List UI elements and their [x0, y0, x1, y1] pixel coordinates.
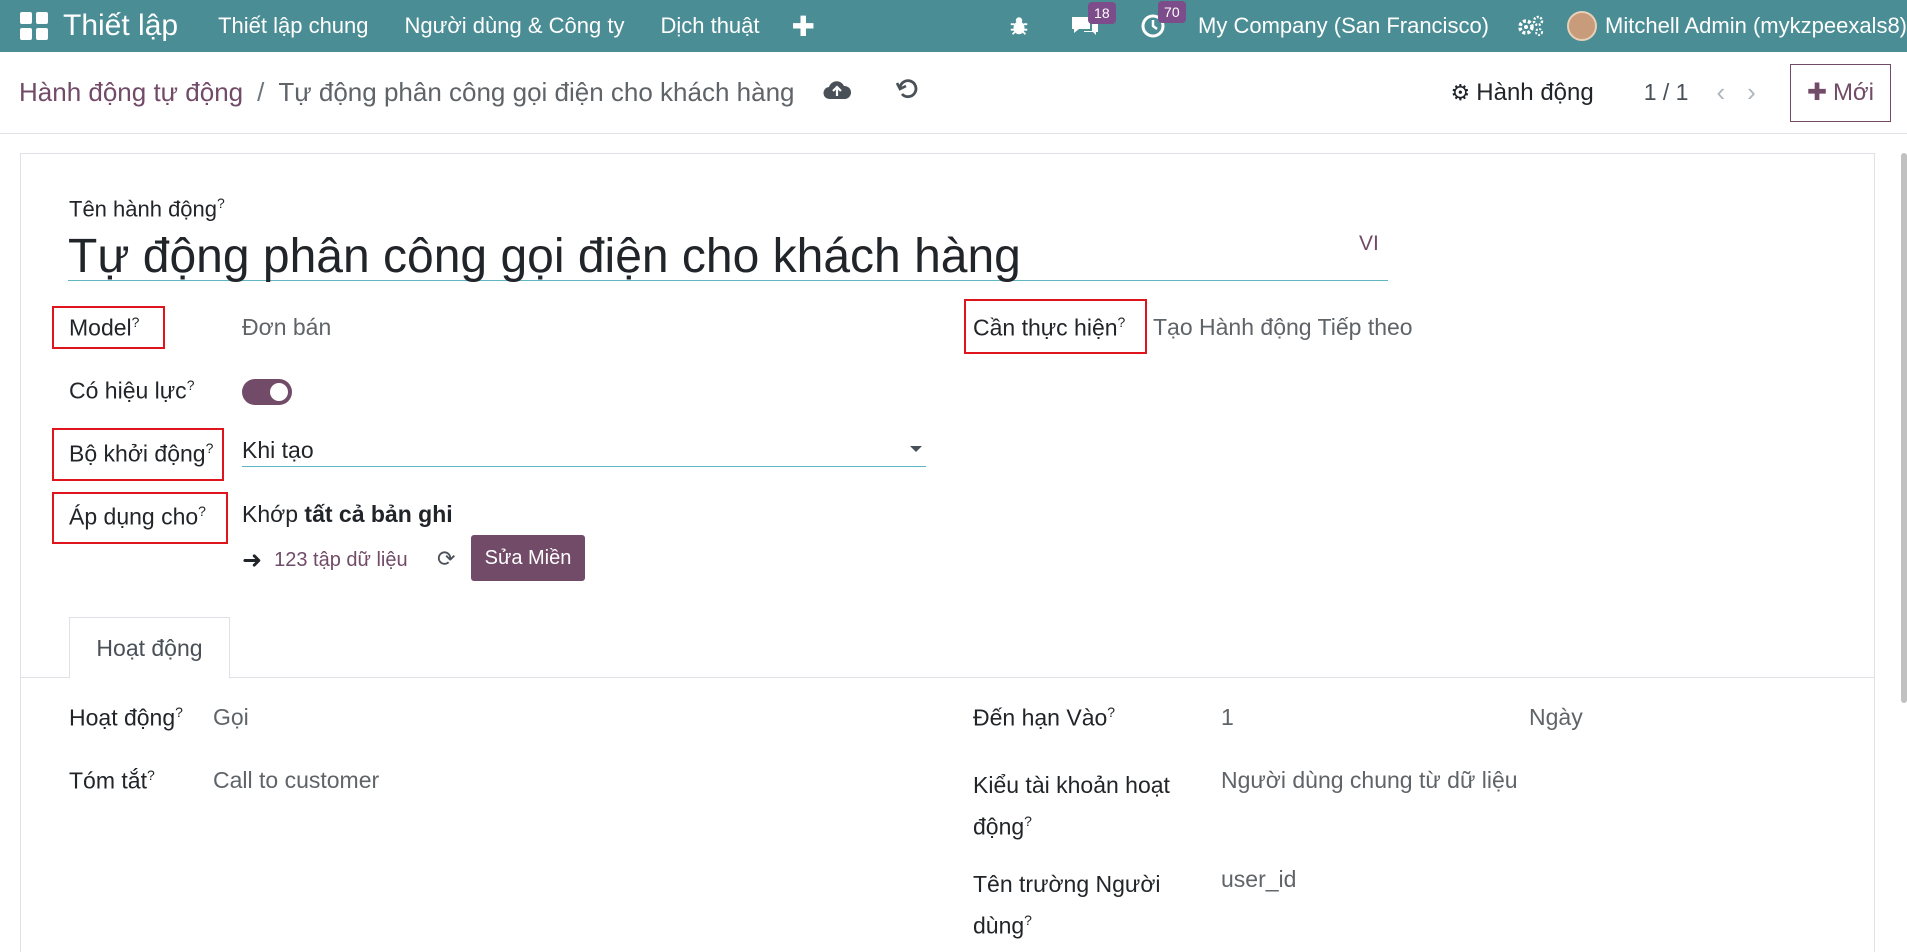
help-mark: ?	[146, 767, 155, 783]
help-mark: ?	[186, 377, 195, 393]
gears-icon[interactable]	[1517, 14, 1545, 38]
scrollbar[interactable]	[1901, 153, 1907, 703]
plus-icon: ✚	[1806, 79, 1827, 106]
menu-item-translations[interactable]: Dịch thuật	[660, 13, 759, 39]
activities-badge: 70	[1158, 1, 1186, 23]
due-label: Đến hạn Vào?	[973, 704, 1116, 731]
chevron-right-icon[interactable]: ›	[1747, 77, 1756, 108]
help-mark: ?	[1107, 704, 1116, 720]
breadcrumb-parent[interactable]: Hành động tự động	[19, 77, 243, 108]
menu-item-general-settings[interactable]: Thiết lập chung	[218, 13, 368, 39]
help-mark: ?	[175, 704, 183, 720]
top-navbar: Thiết lập Thiết lập chung Người dùng & C…	[0, 0, 1907, 52]
gear-icon: ⚙	[1450, 79, 1471, 105]
action-name-input[interactable]: Tự động phân công gọi điện cho khách hàn…	[68, 229, 1388, 283]
help-mark: ?	[217, 195, 225, 211]
action-menu-label: Hành động	[1476, 78, 1594, 106]
help-mark: ?	[198, 503, 206, 519]
clock-icon[interactable]: 70	[1140, 1, 1186, 39]
active-label: Có hiệu lực?	[69, 377, 195, 404]
user-field-label: Tên trường Người dùng?	[973, 871, 1161, 939]
user-avatar[interactable]	[1567, 11, 1598, 41]
app-title[interactable]: Thiết lập	[63, 9, 178, 43]
arrow-right-icon: ➜	[242, 547, 263, 574]
control-panel: Hành động tự động / Tự động phân công gọ…	[0, 52, 1907, 134]
pager-value[interactable]: 1 / 1	[1644, 79, 1689, 106]
activity-type-label: Hoạt động?	[69, 704, 183, 731]
help-mark: ?	[1024, 912, 1032, 928]
help-mark: ?	[131, 314, 140, 330]
trigger-label: Bộ khởi động?	[69, 440, 214, 467]
todo-value: Tạo Hành động Tiếp theo	[1153, 314, 1413, 340]
cloud-upload-icon[interactable]	[822, 77, 851, 108]
menu-item-users-companies[interactable]: Người dùng & Công ty	[405, 13, 625, 39]
help-mark: ?	[205, 440, 214, 456]
help-mark: ?	[1117, 314, 1126, 330]
breadcrumb-current: Tự động phân công gọi điện cho khách hàn…	[278, 77, 795, 107]
user-menu[interactable]: Mitchell Admin (mykzpeexals8)	[1605, 13, 1907, 39]
todo-label: Cần thực hiện?	[973, 314, 1126, 341]
undo-icon[interactable]	[895, 77, 919, 108]
help-mark: ?	[1024, 813, 1032, 829]
name-label: Tên hành động?	[69, 195, 225, 222]
model-value: Đơn bán	[242, 314, 332, 340]
edit-domain-button[interactable]: Sửa Miền	[471, 535, 585, 581]
trigger-select[interactable]: Khi tạo	[242, 432, 926, 467]
apply-label: Áp dụng cho?	[69, 503, 206, 530]
chevron-left-icon[interactable]: ‹	[1716, 77, 1725, 108]
active-toggle[interactable]	[242, 379, 292, 405]
due-unit[interactable]: Ngày	[1529, 704, 1583, 731]
refresh-icon[interactable]: ⟳	[437, 546, 455, 572]
language-toggle[interactable]: VI	[1359, 232, 1379, 256]
summary-label: Tóm tắt?	[69, 767, 155, 794]
summary-value[interactable]: Call to customer	[213, 767, 379, 794]
domain-summary: Khớp tất cả bản ghi	[242, 501, 453, 527]
domain-summary-bold: tất cả bản ghi	[304, 501, 453, 527]
new-button[interactable]: ✚ Mới	[1789, 63, 1891, 122]
bug-icon[interactable]	[1008, 15, 1030, 37]
messages-badge: 18	[1088, 2, 1116, 24]
trigger-value: Khi tạo	[242, 437, 314, 463]
caret-down-icon	[910, 446, 922, 452]
model-label: Model?	[69, 314, 140, 341]
app-menu-icon[interactable]	[20, 12, 48, 40]
plus-icon[interactable]: ✚	[792, 10, 815, 43]
due-value[interactable]: 1	[1221, 704, 1234, 731]
records-count: 123 tập dữ liệu	[274, 549, 408, 571]
tab-divider	[21, 677, 1874, 678]
form-sheet: Tên hành động? Tự động phân công gọi điệ…	[20, 153, 1875, 952]
chat-icon[interactable]: 18	[1070, 2, 1116, 38]
tab-activity[interactable]: Hoạt động	[69, 617, 230, 679]
breadcrumb-separator: /	[257, 77, 265, 107]
new-button-label: Mới	[1832, 78, 1874, 106]
action-menu-button[interactable]: ⚙ Hành động	[1451, 79, 1594, 107]
company-switcher[interactable]: My Company (San Francisco)	[1198, 13, 1489, 39]
user-type-label: Kiểu tài khoản hoạt động?	[973, 772, 1170, 840]
activity-type-value[interactable]: Gọi	[213, 704, 249, 731]
records-link[interactable]: ➜ 123 tập dữ liệu	[242, 546, 408, 575]
user-field-value[interactable]: user_id	[1221, 866, 1296, 893]
user-type-value[interactable]: Người dùng chung từ dữ liệu	[1221, 767, 1518, 794]
